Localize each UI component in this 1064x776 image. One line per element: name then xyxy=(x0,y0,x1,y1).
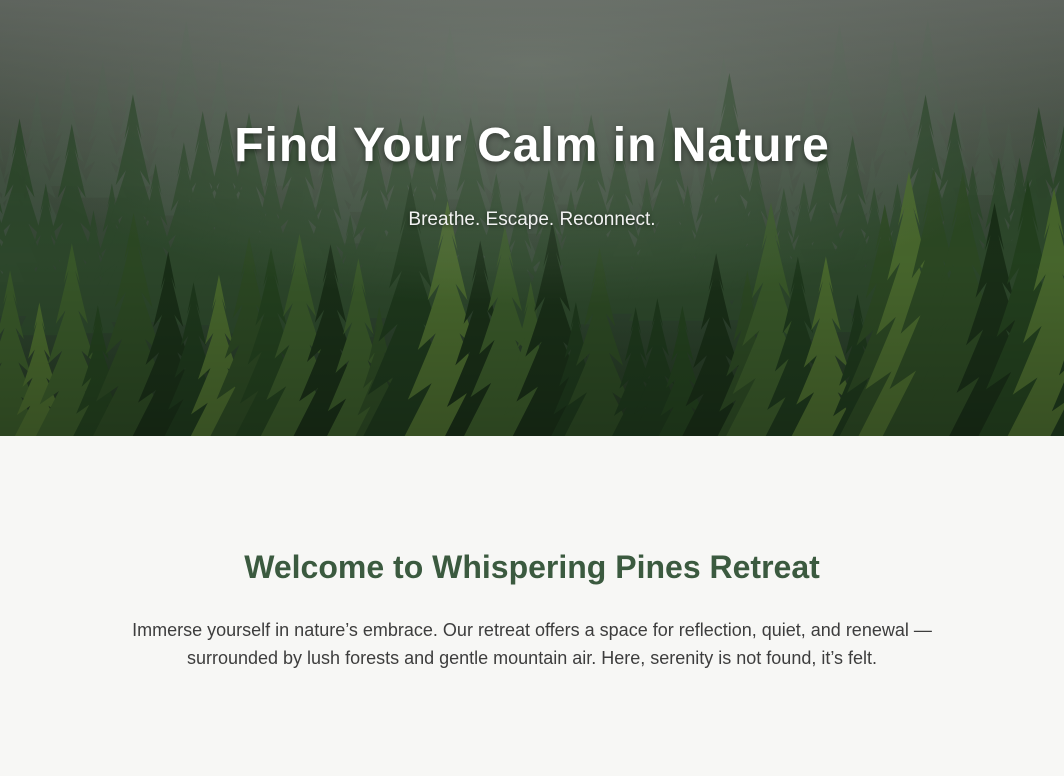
hero-subtitle: Breathe. Escape. Reconnect. xyxy=(408,209,656,230)
welcome-description: Immerse yourself in nature’s embrace. Ou… xyxy=(132,620,932,668)
hero-content: Find Your Calm in Nature Breathe. Escape… xyxy=(0,0,1064,436)
welcome-section: Welcome to Whispering Pines Retreat Imme… xyxy=(0,436,1064,776)
hero-title: Find Your Calm in Nature xyxy=(234,119,830,172)
welcome-title: Welcome to Whispering Pines Retreat xyxy=(244,549,820,585)
hero-section: Find Your Calm in Nature Breathe. Escape… xyxy=(0,0,1064,436)
